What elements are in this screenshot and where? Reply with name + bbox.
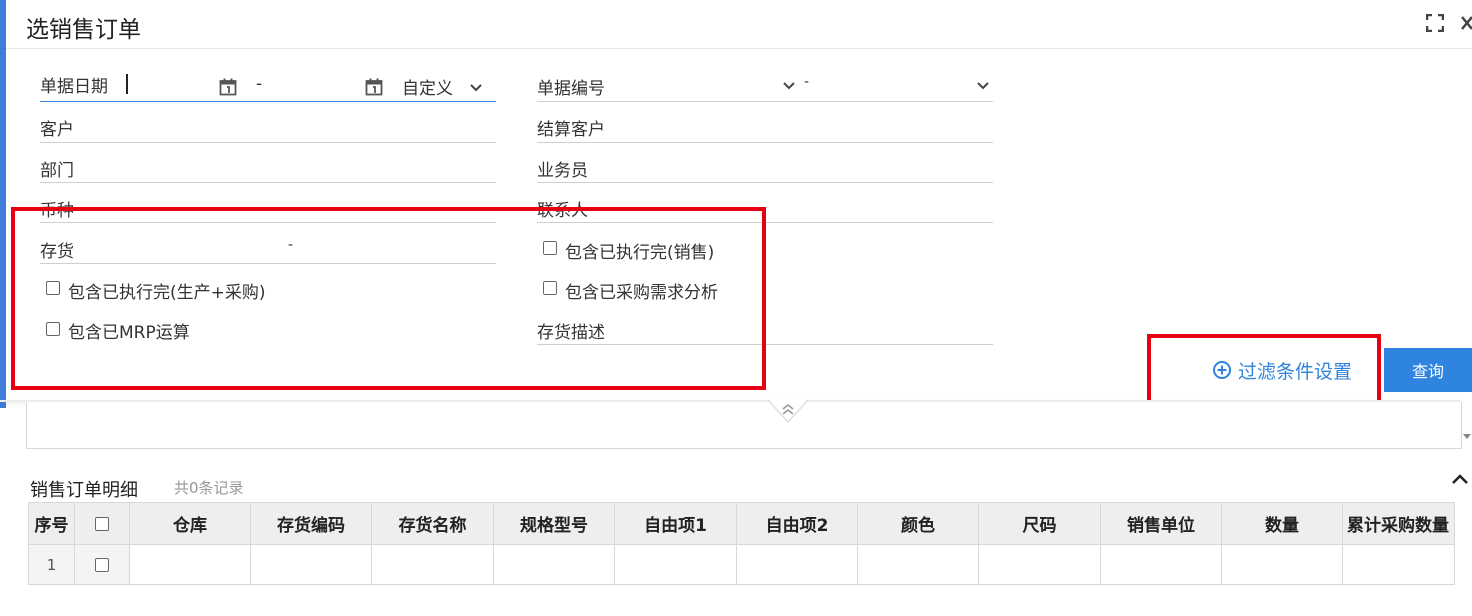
doc-date-underline (40, 101, 496, 102)
date-end-input[interactable] (270, 70, 360, 98)
department-underline (40, 182, 496, 183)
customer-input[interactable] (110, 112, 490, 140)
salesperson-input[interactable] (620, 152, 990, 180)
col-header[interactable]: 数量 (1221, 502, 1343, 545)
red-annotation-box (11, 207, 766, 390)
salesperson-underline (537, 182, 993, 183)
filter-settings-link[interactable]: 过滤条件设置 (1212, 356, 1352, 384)
table-cell[interactable] (1100, 544, 1222, 585)
table-cell[interactable] (857, 544, 979, 585)
date-range-select[interactable]: 自定义 (402, 74, 453, 99)
sales-order-detail-table: 序号 仓库 存货编码 存货名称 规格型号 自由项1 自由项2 颜色 尺码 销售单… (28, 502, 1455, 585)
col-header[interactable]: 规格型号 (493, 502, 615, 545)
col-header[interactable]: 自由项1 (614, 502, 737, 545)
filter-settings-label: 过滤条件设置 (1238, 360, 1353, 383)
col-header[interactable]: 颜色 (857, 502, 979, 545)
customer-label: 客户 (40, 120, 74, 140)
table-cell[interactable] (129, 544, 251, 585)
row-checkbox[interactable] (95, 558, 109, 572)
doc-no-separator: - (804, 74, 810, 90)
customer-underline (40, 142, 496, 143)
col-header[interactable]: 序号 (28, 502, 75, 545)
select-all-cell[interactable] (74, 502, 130, 545)
table-cell[interactable] (736, 544, 858, 585)
table-cell[interactable] (1221, 544, 1343, 585)
table-cell[interactable] (371, 544, 494, 585)
calendar-icon[interactable] (365, 78, 383, 96)
dialog-title-bar (0, 0, 1472, 49)
doc-no-end-select[interactable] (820, 70, 970, 98)
department-input[interactable] (110, 152, 490, 180)
chevron-down-icon[interactable] (782, 78, 796, 92)
col-header[interactable]: 存货编码 (250, 502, 372, 545)
row-select-cell[interactable] (74, 544, 130, 585)
table-cell[interactable] (1342, 544, 1455, 585)
col-header[interactable]: 仓库 (129, 502, 251, 545)
detail-title: 销售订单明细 (30, 480, 138, 501)
query-button[interactable]: 查询 (1384, 348, 1472, 392)
left-accent-strip (0, 0, 6, 408)
select-all-checkbox[interactable] (95, 516, 109, 531)
chevron-up-icon[interactable] (1448, 468, 1472, 492)
scroll-down-arrow[interactable] (1462, 426, 1472, 439)
col-header[interactable]: 尺码 (978, 502, 1101, 545)
col-header[interactable]: 累计采购数量 (1342, 502, 1455, 545)
collapse-filter-button[interactable] (768, 398, 808, 424)
results-panel (26, 402, 1462, 449)
record-count: 共0条记录 (174, 479, 244, 497)
date-separator: - (256, 74, 263, 94)
settle-customer-input[interactable] (620, 112, 990, 140)
chevron-down-icon[interactable] (469, 80, 483, 94)
doc-no-label: 单据编号 (537, 79, 605, 99)
close-icon[interactable] (1460, 14, 1472, 32)
col-header[interactable]: 存货名称 (371, 502, 494, 545)
plus-circle-icon (1213, 361, 1231, 379)
date-start-input[interactable] (128, 70, 218, 98)
salesperson-label: 业务员 (537, 161, 588, 181)
maximize-icon[interactable] (1426, 14, 1444, 32)
settle-customer-label: 结算客户 (537, 120, 605, 140)
doc-no-start-select[interactable] (620, 70, 780, 98)
department-label: 部门 (40, 161, 74, 181)
dialog-title: 选销售订单 (26, 17, 141, 43)
doc-date-label: 单据日期 (40, 77, 108, 97)
row-number: 1 (28, 544, 75, 585)
double-chevron-up-icon (768, 399, 808, 423)
table-row[interactable]: 1 (28, 544, 1455, 585)
col-header[interactable]: 销售单位 (1100, 502, 1222, 545)
table-cell[interactable] (493, 544, 615, 585)
table-header-row: 序号 仓库 存货编码 存货名称 规格型号 自由项1 自由项2 颜色 尺码 销售单… (28, 502, 1455, 545)
table-cell[interactable] (614, 544, 737, 585)
col-header[interactable]: 自由项2 (736, 502, 858, 545)
table-cell[interactable] (250, 544, 372, 585)
doc-no-underline (537, 101, 993, 102)
calendar-icon[interactable] (219, 78, 237, 96)
chevron-down-icon[interactable] (976, 78, 990, 92)
settle-customer-underline (537, 142, 993, 143)
table-cell[interactable] (978, 544, 1101, 585)
